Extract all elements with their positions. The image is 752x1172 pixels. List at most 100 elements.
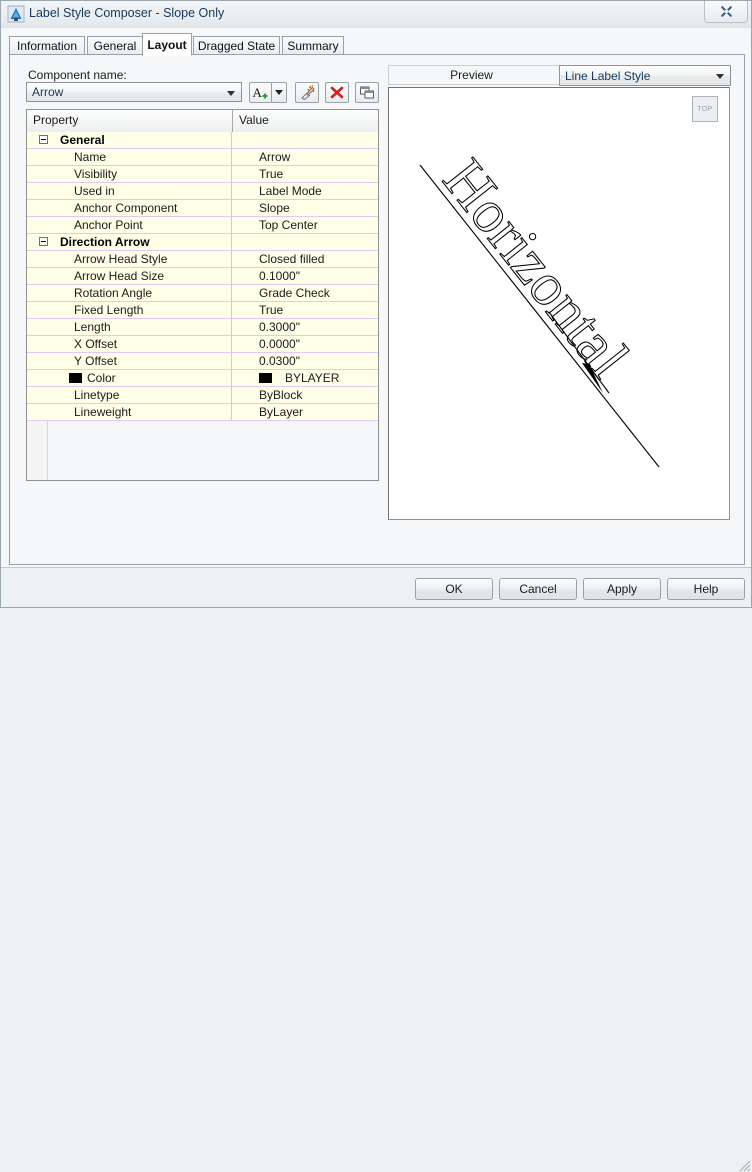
property-grid[interactable]: Property Value General Name Arrow Visibilit… xyxy=(26,109,379,481)
grid-property-value: 0.0000" xyxy=(259,337,300,351)
delete-all-components-button[interactable] xyxy=(295,82,319,103)
grid-property-name: Y Offset xyxy=(74,354,117,368)
tab-dragged-state[interactable]: Dragged State xyxy=(193,36,280,55)
copy-component-button[interactable] xyxy=(355,82,379,103)
grid-cell-value[interactable]: True xyxy=(233,302,378,318)
preview-style-combo[interactable]: Line Label Style xyxy=(559,65,731,86)
color-swatch xyxy=(259,373,272,383)
broom-sparkle-icon xyxy=(300,85,315,100)
preview-canvas[interactable]: Horizontal TOP xyxy=(388,87,730,520)
chevron-down-icon xyxy=(716,74,724,79)
grid-property-name: Arrow Head Size xyxy=(74,269,165,283)
letter-a-plus-icon: A xyxy=(253,85,268,100)
grid-property-row[interactable]: Length 0.3000" xyxy=(27,319,378,336)
grid-property-name: General xyxy=(60,133,105,147)
grid-property-row[interactable]: Used in Label Mode xyxy=(27,183,378,200)
tab-summary[interactable]: Summary xyxy=(282,36,344,55)
grid-cell-value[interactable]: 0.3000" xyxy=(233,319,378,335)
grid-property-row[interactable]: Name Arrow xyxy=(27,149,378,166)
grid-property-value: True xyxy=(259,303,284,317)
grid-property-row[interactable]: Arrow Head Size 0.1000" xyxy=(27,268,378,285)
grid-property-name: Used in xyxy=(74,184,115,198)
grid-property-value: 0.3000" xyxy=(259,320,300,334)
grid-property-row[interactable]: Color BYLAYER xyxy=(27,370,378,387)
grid-header: Property Value xyxy=(27,110,378,133)
grid-property-row[interactable]: Anchor Component Slope xyxy=(27,200,378,217)
grid-cell-value[interactable]: BYLAYER xyxy=(233,370,378,386)
title-bar: Label Style Composer - Slope Only xyxy=(1,1,751,28)
color-swatch xyxy=(69,373,82,383)
tab-layout[interactable]: Layout xyxy=(142,33,192,56)
view-cube-top-button[interactable]: TOP xyxy=(692,96,718,122)
close-button[interactable] xyxy=(704,1,748,23)
collapse-expander-icon[interactable] xyxy=(39,135,48,144)
grid-property-name: Linetype xyxy=(74,388,120,402)
grid-cell-value[interactable]: ByBlock xyxy=(233,387,378,403)
grid-cell-value[interactable] xyxy=(233,234,378,250)
grid-cell-value[interactable]: True xyxy=(233,166,378,182)
cancel-button[interactable]: Cancel xyxy=(499,578,577,600)
grid-category-row[interactable]: General xyxy=(27,132,378,149)
grid-cell-value[interactable]: 0.0000" xyxy=(233,336,378,352)
grid-property-row[interactable]: Rotation Angle Grade Check xyxy=(27,285,378,302)
grid-cell-value[interactable]: Arrow xyxy=(233,149,378,165)
preview-drawing: Horizontal xyxy=(419,147,660,468)
column-header-value: Value xyxy=(239,113,269,127)
grid-cell-value[interactable] xyxy=(233,132,378,148)
grid-cell-property: Color xyxy=(27,370,232,386)
grid-cell-value[interactable]: Closed filled xyxy=(233,251,378,267)
grid-cell-property: Used in xyxy=(27,183,232,199)
apply-button[interactable]: Apply xyxy=(583,578,661,600)
grid-property-name: Fixed Length xyxy=(74,303,144,317)
grid-property-name: Arrow Head Style xyxy=(74,252,168,266)
grid-cell-property: Rotation Angle xyxy=(27,285,232,301)
grid-cell-property: Anchor Point xyxy=(27,217,232,233)
grid-cell-value[interactable]: 0.1000" xyxy=(233,268,378,284)
grid-cell-value[interactable]: Slope xyxy=(233,200,378,216)
resize-grip[interactable] xyxy=(737,1158,751,1172)
grid-property-name: X Offset xyxy=(74,337,118,351)
grid-property-row[interactable]: Lineweight ByLayer xyxy=(27,404,378,421)
label-style-composer-dialog: Label Style Composer - Slope Only Inform… xyxy=(0,0,752,1172)
window-title: Label Style Composer - Slope Only xyxy=(29,6,225,20)
preview-style-value: Line Label Style xyxy=(565,69,651,83)
grid-property-value: Closed filled xyxy=(259,252,325,266)
close-icon xyxy=(720,6,732,17)
tab-information[interactable]: Information xyxy=(9,36,85,55)
grid-cell-value[interactable]: ByLayer xyxy=(233,404,378,420)
component-name-label: Component name: xyxy=(28,68,127,82)
help-button[interactable]: Help xyxy=(667,578,745,600)
preview-header: Preview Line Label Style xyxy=(388,65,731,86)
grid-property-name: Color xyxy=(87,371,116,385)
ok-button[interactable]: OK xyxy=(415,578,493,600)
component-name-combo[interactable]: Arrow xyxy=(26,82,242,102)
grid-cell-value[interactable]: Grade Check xyxy=(233,285,378,301)
grid-cell-property: Visibility xyxy=(27,166,232,182)
grid-property-name: Visibility xyxy=(74,167,118,181)
grid-property-value: 0.1000" xyxy=(259,269,300,283)
grid-property-row[interactable]: Arrow Head Style Closed filled xyxy=(27,251,378,268)
create-text-component-button[interactable]: A xyxy=(249,82,272,103)
grid-property-value: Label Mode xyxy=(259,184,322,198)
delete-component-button[interactable] xyxy=(325,82,349,103)
grid-property-name: Anchor Component xyxy=(74,201,178,215)
collapse-expander-icon[interactable] xyxy=(39,237,48,246)
grid-cell-value[interactable]: Top Center xyxy=(233,217,378,233)
grid-property-row[interactable]: Anchor Point Top Center xyxy=(27,217,378,234)
grid-property-row[interactable]: Visibility True xyxy=(27,166,378,183)
grid-property-row[interactable]: Fixed Length True xyxy=(27,302,378,319)
grid-property-row[interactable]: Linetype ByBlock xyxy=(27,387,378,404)
grid-cell-property: Arrow Head Style xyxy=(27,251,232,267)
grid-cell-value[interactable]: 0.0300" xyxy=(233,353,378,369)
grid-cell-value[interactable]: Label Mode xyxy=(233,183,378,199)
grid-property-value: Grade Check xyxy=(259,286,330,300)
preview-label: Preview xyxy=(450,68,493,82)
create-component-dropdown-button[interactable] xyxy=(271,82,287,103)
grid-property-row[interactable]: Y Offset 0.0300" xyxy=(27,353,378,370)
grid-cell-property: Lineweight xyxy=(27,404,232,420)
column-splitter[interactable] xyxy=(232,110,233,132)
grid-category-row[interactable]: Direction Arrow xyxy=(27,234,378,251)
grid-property-value: Arrow xyxy=(259,150,291,164)
tab-general[interactable]: General xyxy=(87,36,143,55)
grid-property-row[interactable]: X Offset 0.0000" xyxy=(27,336,378,353)
